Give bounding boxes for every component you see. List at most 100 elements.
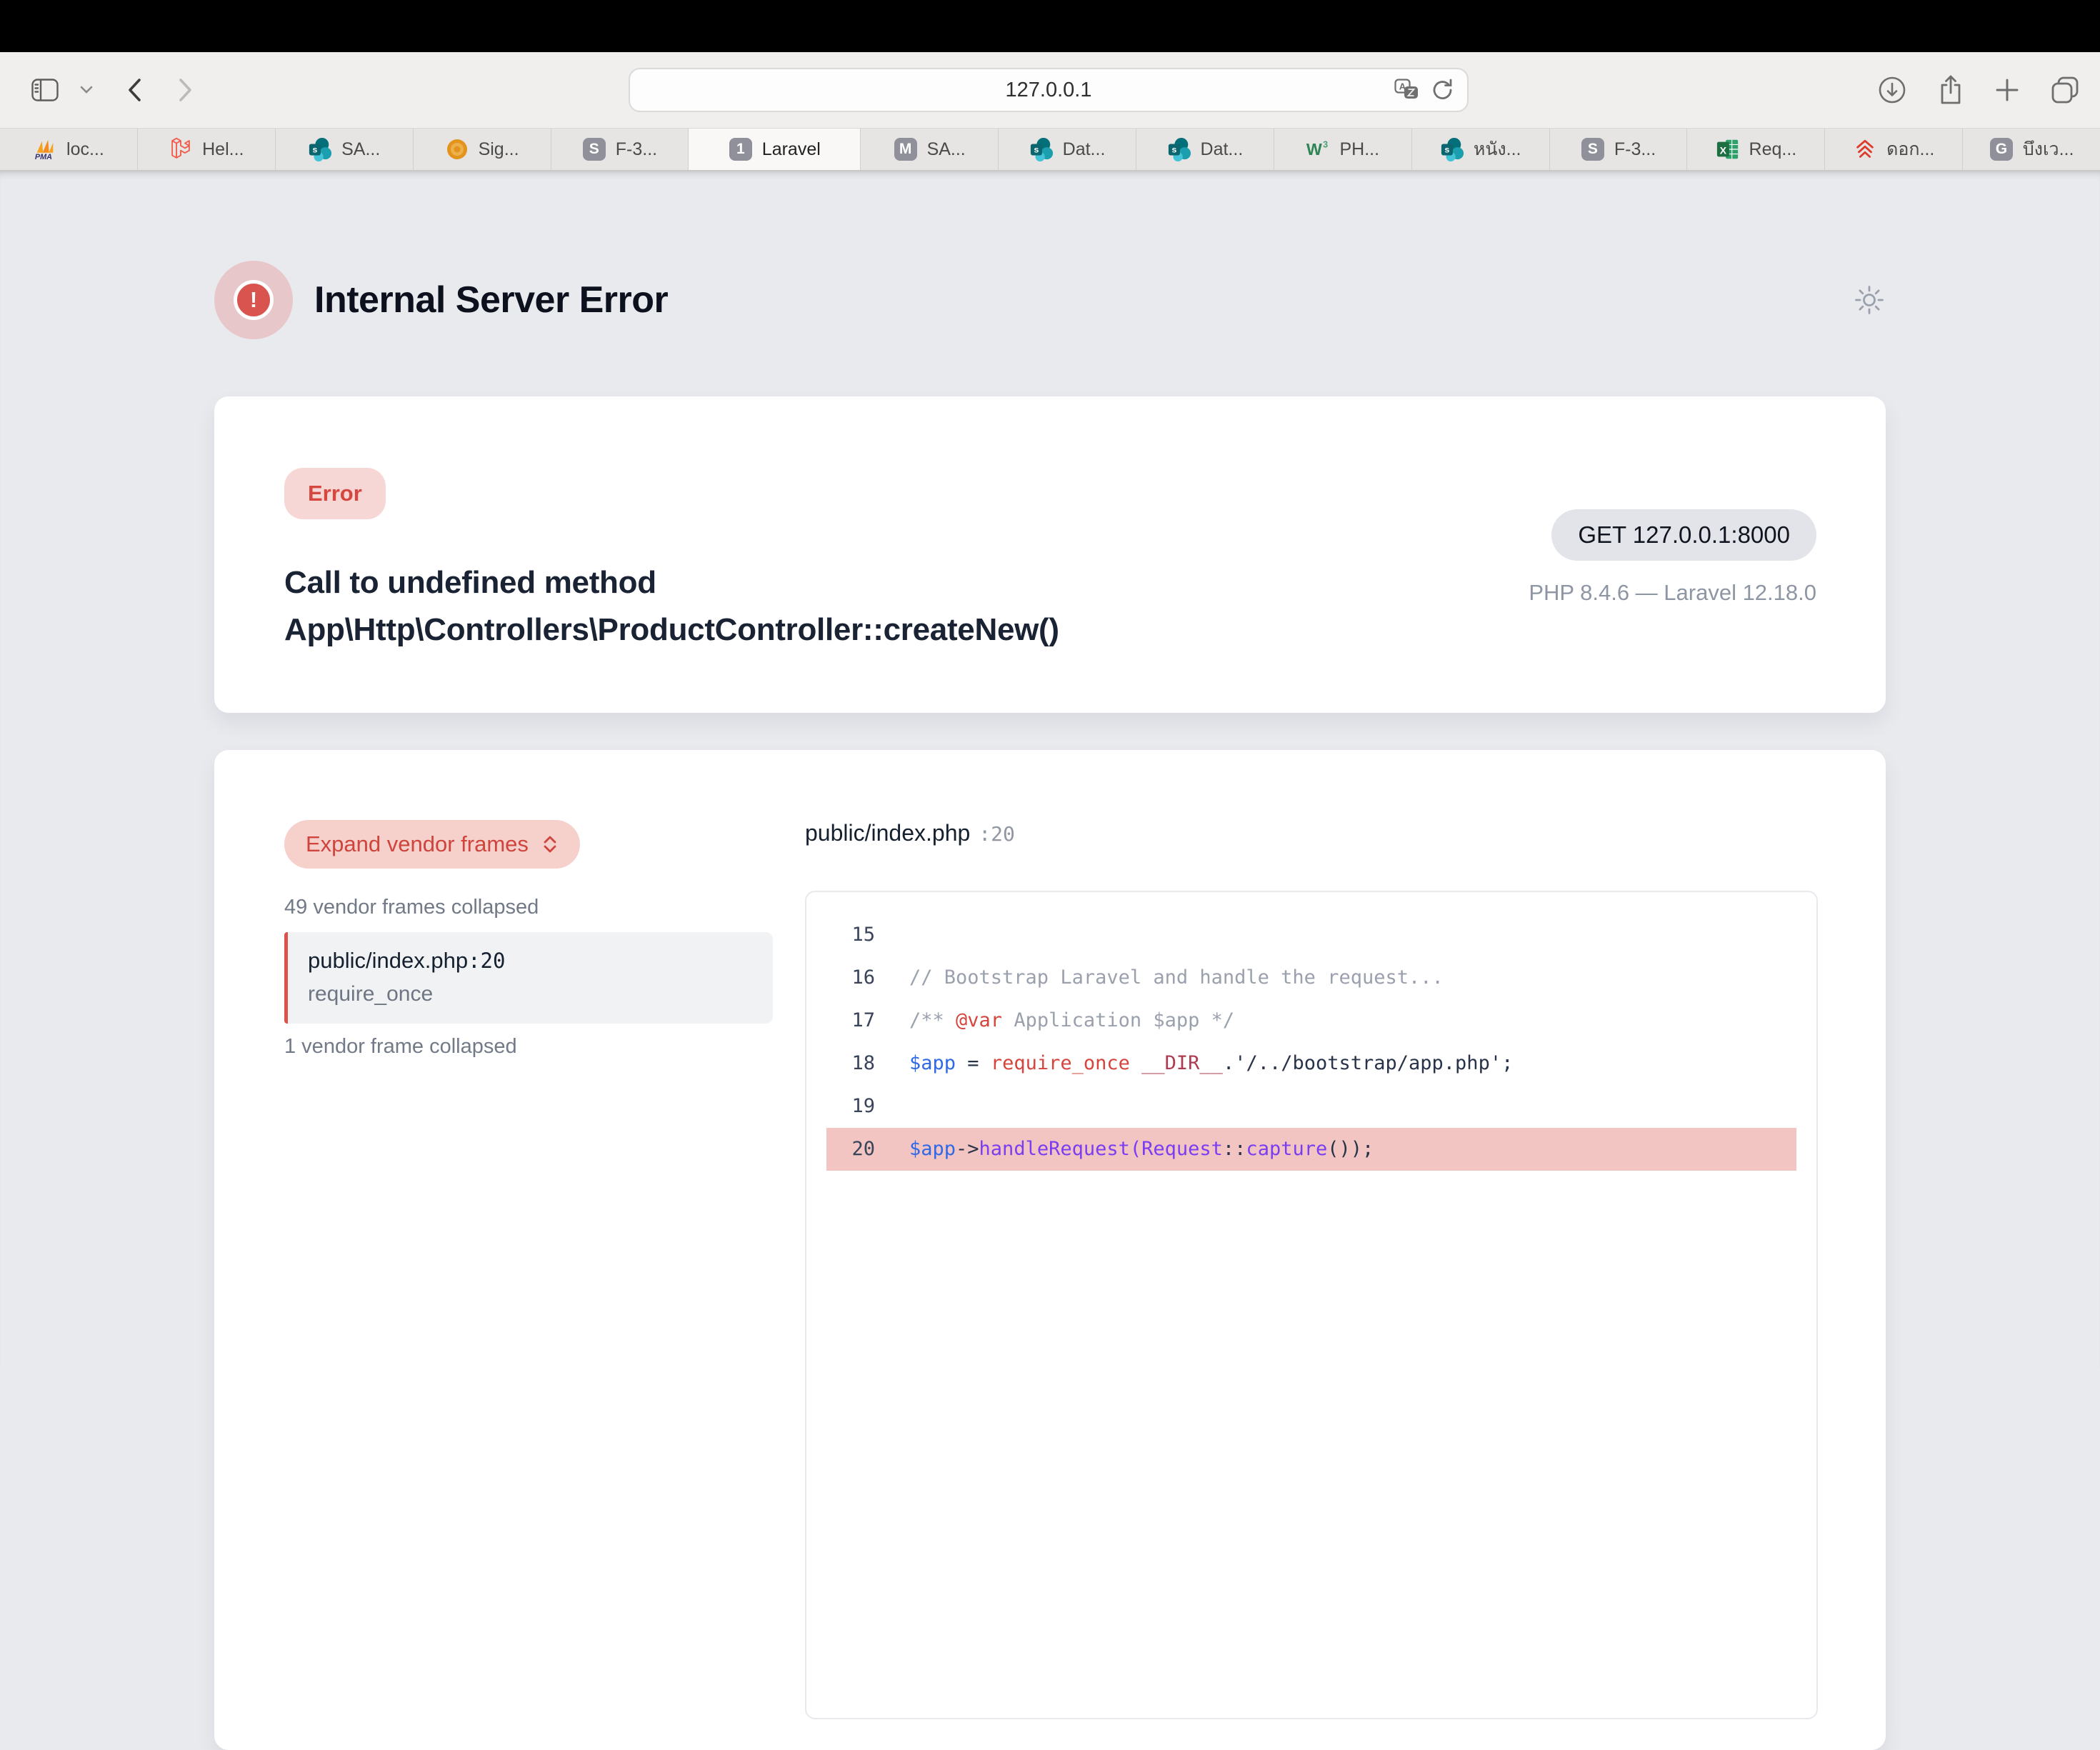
browser-tab-5[interactable]: S F-3... <box>551 129 689 170</box>
page-title: Internal Server Error <box>314 279 668 321</box>
red-chevrons-icon <box>1853 137 1877 161</box>
share-icon[interactable] <box>1937 74 1964 106</box>
error-card: Error Call to undefined method App\Http\… <box>214 396 1886 713</box>
line-number: 18 <box>826 1042 875 1085</box>
toolbar-left-group <box>31 52 194 128</box>
browser-tab-1[interactable]: PMAloc... <box>0 129 138 170</box>
translate-icon[interactable]: A <box>1394 79 1420 101</box>
error-message: Call to undefined method App\Http\Contro… <box>284 559 1059 654</box>
stack-trace-card: Expand vendor frames 49 vendor frames co… <box>214 750 1886 1750</box>
svg-text:s: s <box>1034 145 1039 155</box>
excel-icon: X <box>1716 137 1740 161</box>
line-number: 15 <box>826 914 875 956</box>
error-alert-icon: ! <box>214 261 293 339</box>
vendor-frames-collapsed-top-note: 49 vendor frames collapsed <box>284 896 773 919</box>
line-number: 20 <box>826 1128 875 1171</box>
code-line: 15 <box>826 914 1796 956</box>
browser-tab-10[interactable]: W 3PH... <box>1274 129 1412 170</box>
code-text: $app->handleRequest(Request::capture()); <box>909 1128 1374 1171</box>
browser-tab-3[interactable]: s SA... <box>276 129 414 170</box>
back-icon[interactable] <box>126 77 143 103</box>
stack-frames-column: Expand vendor frames 49 vendor frames co… <box>284 820 773 1750</box>
browser-tab-14[interactable]: ดอก... <box>1825 129 1963 170</box>
tab-label: บึงเว... <box>2023 135 2074 164</box>
expand-vendor-frames-label: Expand vendor frames <box>306 831 529 857</box>
new-tab-icon[interactable] <box>1994 77 2020 103</box>
browser-tab-6-active[interactable]: 1 Laravel <box>689 129 861 170</box>
letter-badge-icon: S <box>582 137 606 161</box>
browser-tab-12[interactable]: SF-3... <box>1550 129 1688 170</box>
forward-icon[interactable] <box>177 77 194 103</box>
tab-label: Laravel <box>762 139 821 160</box>
line-number: 16 <box>826 956 875 999</box>
tab-label: Dat... <box>1063 139 1106 160</box>
code-text: $app = require_once __DIR__.'/../bootstr… <box>909 1042 1513 1085</box>
code-editor: 1516// Bootstrap Laravel and handle the … <box>805 891 1818 1719</box>
error-message-line2: App\Http\Controllers\ProductController::… <box>284 606 1059 654</box>
sharepoint-icon: s <box>1440 137 1464 161</box>
letter-badge-icon: M <box>894 137 918 161</box>
tab-label: F-3... <box>616 139 657 160</box>
address-bar-icons: A <box>1394 78 1454 102</box>
toolbar-right-group <box>1877 52 2080 128</box>
letter-badge-icon: 1 <box>729 137 753 161</box>
code-line: 17/** @var Application $app */ <box>826 999 1796 1042</box>
tab-label: หนัง... <box>1474 135 1521 164</box>
code-line: 19 <box>826 1085 1796 1128</box>
tab-bar: PMAloc... Hel... s SA... Sig... S F-3... 1 La… <box>0 128 2100 171</box>
svg-text:3: 3 <box>1324 139 1329 149</box>
tab-label: Sig... <box>479 139 519 160</box>
request-badge: GET 127.0.0.1:8000 <box>1551 509 1816 561</box>
address-bar[interactable]: 127.0.0.1 A <box>629 68 1469 112</box>
w3schools-icon: W 3 <box>1306 137 1330 161</box>
menu-bar <box>0 0 2100 52</box>
browser-tab-7[interactable]: MSA... <box>861 129 999 170</box>
tab-label: Req... <box>1749 139 1797 160</box>
expand-chevrons-icon <box>541 834 559 855</box>
laravel-icon <box>169 137 193 161</box>
browser-tab-11[interactable]: s หนัง... <box>1412 129 1550 170</box>
chevron-down-icon[interactable] <box>80 86 93 94</box>
page-content: ! Internal Server Error Error Call to un… <box>0 171 2100 1367</box>
browser-tab-15[interactable]: Gบึงเว... <box>1963 129 2100 170</box>
expand-vendor-frames-button[interactable]: Expand vendor frames <box>284 820 580 869</box>
theme-toggle-icon[interactable] <box>1853 284 1886 316</box>
stack-frame-method: require_once <box>308 982 753 1006</box>
page-header: ! Internal Server Error <box>214 171 1886 339</box>
stack-frame-item[interactable]: public/index.php:20 require_once <box>284 932 773 1024</box>
error-card-left: Error Call to undefined method App\Http\… <box>284 468 1059 713</box>
tab-label: SA... <box>341 139 380 160</box>
tab-overview-icon[interactable] <box>2050 75 2080 105</box>
sharepoint-icon: s <box>308 137 332 161</box>
browser-toolbar: 127.0.0.1 A <box>0 52 2100 128</box>
tab-label: loc... <box>66 139 104 160</box>
browser-tab-2[interactable]: Hel... <box>138 129 276 170</box>
download-icon[interactable] <box>1877 75 1907 105</box>
code-text: /** @var Application $app */ <box>909 999 1234 1042</box>
browser-tab-13[interactable]: X Req... <box>1687 129 1825 170</box>
sidebar-toggle-icon[interactable] <box>31 79 59 101</box>
code-file-line: :20 <box>979 822 1015 846</box>
tab-label: ดอก... <box>1886 135 1934 164</box>
browser-tab-8[interactable]: s Dat... <box>999 129 1136 170</box>
code-line: 16// Bootstrap Laravel and handle the re… <box>826 956 1796 999</box>
browser-tab-9[interactable]: s Dat... <box>1136 129 1274 170</box>
stack-frame-line-number: :20 <box>468 949 505 973</box>
svg-text:s: s <box>313 145 318 155</box>
svg-text:X: X <box>1719 146 1726 157</box>
code-lines: 1516// Bootstrap Laravel and handle the … <box>806 914 1816 1171</box>
browser-tab-4[interactable]: Sig... <box>414 129 551 170</box>
url-text: 127.0.0.1 <box>1006 79 1092 102</box>
sharepoint-icon: s <box>1167 137 1191 161</box>
signal-orange-icon <box>445 137 469 161</box>
svg-text:W: W <box>1306 140 1322 159</box>
tab-label: Hel... <box>202 139 244 160</box>
svg-text:s: s <box>1444 145 1449 155</box>
tab-label: Dat... <box>1201 139 1244 160</box>
reload-icon[interactable] <box>1431 78 1454 102</box>
code-preview-column: public/index.php:20 1516// Bootstrap Lar… <box>805 820 1818 1750</box>
code-file-header: public/index.php:20 <box>805 820 1818 846</box>
error-badge: Error <box>284 468 386 519</box>
tab-label: F-3... <box>1614 139 1656 160</box>
sharepoint-icon: s <box>1029 137 1054 161</box>
